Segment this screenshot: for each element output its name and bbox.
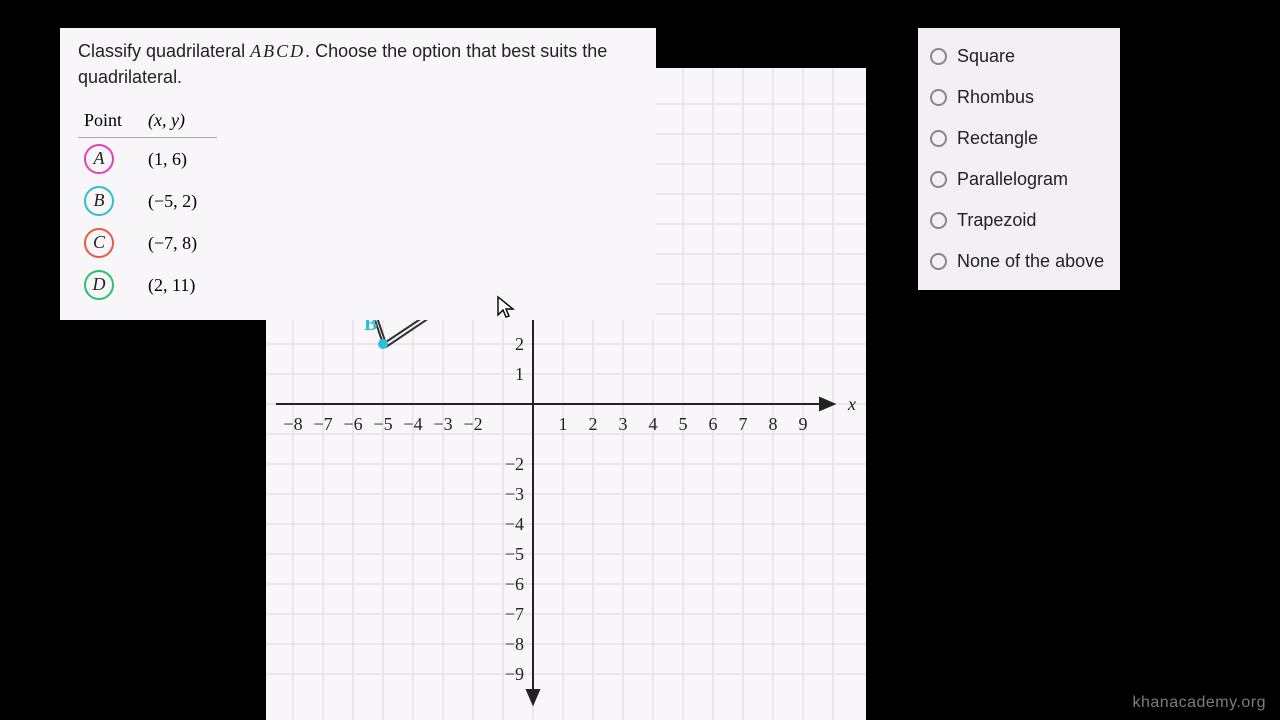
option-rhombus[interactable]: Rhombus	[930, 77, 1108, 118]
table-row: B (−5, 2)	[78, 180, 217, 222]
svg-text:−2: −2	[505, 454, 524, 474]
radio-icon	[930, 89, 947, 106]
svg-text:−7: −7	[505, 604, 524, 624]
col-xy: (x, y)	[142, 104, 217, 138]
svg-text:−9: −9	[505, 664, 524, 684]
svg-text:6: 6	[709, 414, 718, 434]
svg-text:7: 7	[739, 414, 748, 434]
option-label: None of the above	[957, 251, 1104, 272]
option-label: Square	[957, 46, 1015, 67]
point-chip-D: D	[84, 270, 114, 300]
svg-text:−8: −8	[283, 414, 302, 434]
svg-text:5: 5	[679, 414, 688, 434]
svg-text:−4: −4	[505, 514, 524, 534]
table-row: A (1, 6)	[78, 138, 217, 181]
svg-text:−3: −3	[505, 484, 524, 504]
question-panel: Classify quadrilateral ABCD. Choose the …	[60, 28, 656, 320]
svg-text:−7: −7	[313, 414, 332, 434]
question-text: Classify quadrilateral ABCD. Choose the …	[78, 38, 638, 90]
option-trapezoid[interactable]: Trapezoid	[930, 200, 1108, 241]
option-square[interactable]: Square	[930, 36, 1108, 77]
point-chip-C: C	[84, 228, 114, 258]
svg-text:3: 3	[619, 414, 628, 434]
option-none[interactable]: None of the above	[930, 241, 1108, 282]
options-panel: Square Rhombus Rectangle Parallelogram T…	[918, 28, 1120, 290]
radio-icon	[930, 253, 947, 270]
svg-text:8: 8	[769, 414, 778, 434]
radio-icon	[930, 48, 947, 65]
table-row: D (2, 11)	[78, 264, 217, 306]
svg-text:−8: −8	[505, 634, 524, 654]
svg-text:2: 2	[515, 334, 524, 354]
table-row: C (−7, 8)	[78, 222, 217, 264]
svg-text:−4: −4	[403, 414, 422, 434]
radio-icon	[930, 130, 947, 147]
radio-icon	[930, 171, 947, 188]
col-point: Point	[78, 104, 142, 138]
coord-B: (−5, 2)	[142, 180, 217, 222]
svg-text:x: x	[847, 394, 856, 414]
svg-text:2: 2	[589, 414, 598, 434]
question-pre: Classify quadrilateral	[78, 41, 250, 61]
coord-A: (1, 6)	[142, 138, 217, 181]
point-chip-B: B	[84, 186, 114, 216]
svg-text:1: 1	[515, 364, 524, 384]
point-chip-A: A	[84, 144, 114, 174]
svg-text:−2: −2	[463, 414, 482, 434]
svg-text:−6: −6	[505, 574, 524, 594]
svg-text:−3: −3	[433, 414, 452, 434]
option-label: Rhombus	[957, 87, 1034, 108]
svg-text:−5: −5	[373, 414, 392, 434]
svg-text:−6: −6	[343, 414, 362, 434]
coord-D: (2, 11)	[142, 264, 217, 306]
svg-text:1: 1	[559, 414, 568, 434]
option-label: Rectangle	[957, 128, 1038, 149]
option-rectangle[interactable]: Rectangle	[930, 118, 1108, 159]
points-table: Point (x, y) A (1, 6) B (−5, 2) C (−7, 8…	[78, 104, 217, 306]
watermark: khanacademy.org	[1133, 694, 1267, 712]
svg-text:4: 4	[649, 414, 658, 434]
svg-text:−5: −5	[505, 544, 524, 564]
option-label: Parallelogram	[957, 169, 1068, 190]
question-abcd: ABCD	[250, 41, 305, 61]
option-parallelogram[interactable]: Parallelogram	[930, 159, 1108, 200]
coord-C: (−7, 8)	[142, 222, 217, 264]
option-label: Trapezoid	[957, 210, 1036, 231]
svg-text:9: 9	[799, 414, 808, 434]
radio-icon	[930, 212, 947, 229]
